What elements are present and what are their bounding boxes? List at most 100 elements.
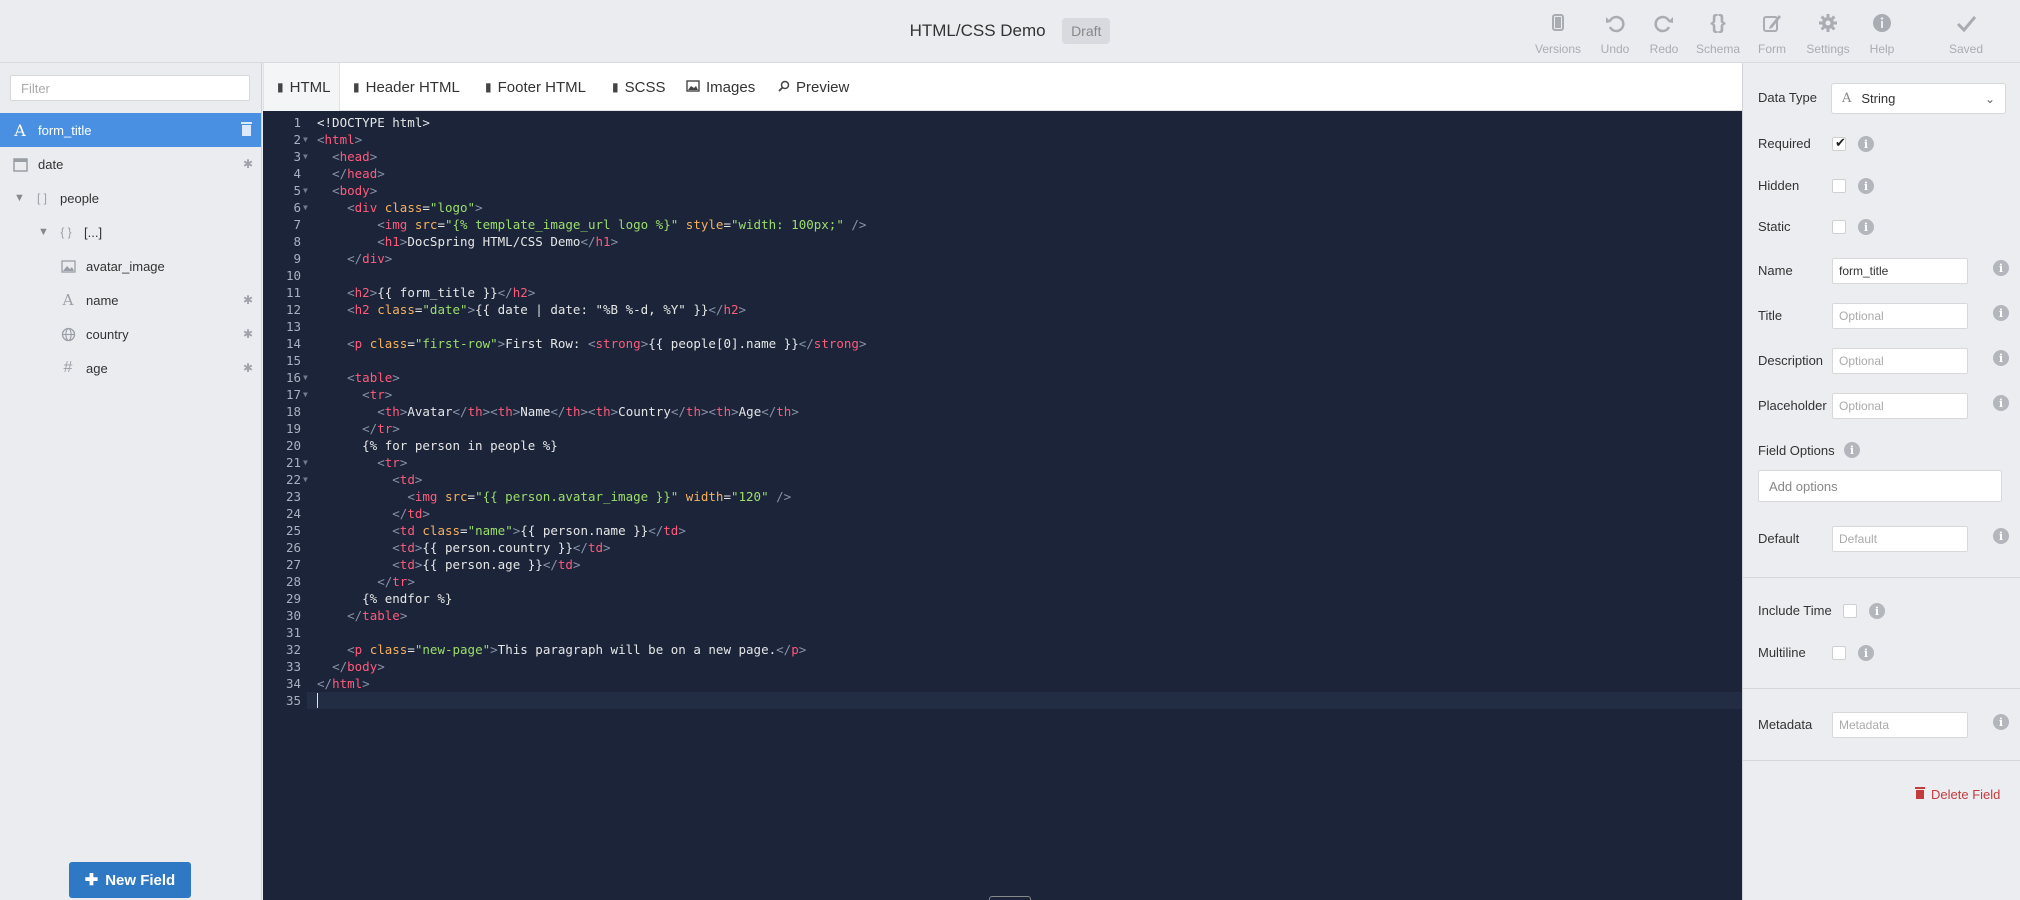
trash-icon[interactable] xyxy=(240,121,253,139)
name-input[interactable]: form_title xyxy=(1832,258,1968,284)
metadata-input[interactable]: Metadata xyxy=(1832,712,1968,738)
description-input[interactable]: Optional xyxy=(1832,348,1968,374)
line-number: 1 xyxy=(293,115,301,130)
field-options-input[interactable]: Add options xyxy=(1758,470,2002,502)
fold-toggle-icon[interactable]: ▼ xyxy=(303,454,308,471)
line-number: 13 xyxy=(285,319,301,334)
chevron-down-icon[interactable]: ▼ xyxy=(38,226,49,238)
code-line[interactable]: <!DOCTYPE html> xyxy=(317,114,430,131)
fold-toggle-icon[interactable]: ▼ xyxy=(303,199,308,216)
info-icon[interactable]: i xyxy=(1993,305,2009,321)
code-line[interactable]: <img src="{{ person.avatar_image }}" wid… xyxy=(317,488,791,505)
form-button[interactable]: Form xyxy=(1743,10,1801,56)
resize-handle[interactable] xyxy=(989,896,1031,900)
code-line[interactable]: <img src="{% template_image_url logo %}"… xyxy=(317,216,866,233)
code-line[interactable]: {% endfor %} xyxy=(317,590,452,607)
info-icon[interactable]: i xyxy=(1993,528,2009,544)
field-item-name[interactable]: A name ✱ xyxy=(0,283,261,317)
info-icon[interactable]: i xyxy=(1844,442,1860,458)
code-line[interactable]: </tr> xyxy=(317,573,415,590)
code-line[interactable]: <body> xyxy=(317,182,377,199)
info-icon[interactable]: i xyxy=(1858,178,1874,194)
code-line[interactable]: <table> xyxy=(317,369,400,386)
settings-button[interactable]: Settings xyxy=(1799,10,1857,56)
info-icon[interactable]: i xyxy=(1993,395,2009,411)
info-icon[interactable]: i xyxy=(1993,714,2009,730)
code-line[interactable]: </tr> xyxy=(317,420,400,437)
code-line[interactable]: <td> xyxy=(317,471,422,488)
code-line[interactable]: {% for person in people %} xyxy=(317,437,558,454)
settings-icon xyxy=(1799,10,1857,36)
code-line[interactable]: </html> xyxy=(317,675,370,692)
code-line[interactable]: </table> xyxy=(317,607,407,624)
code-line[interactable]: <tr> xyxy=(317,454,407,471)
code-line[interactable]: </body> xyxy=(317,658,385,675)
schema-button[interactable]: {} Schema xyxy=(1689,10,1747,57)
field-item-age[interactable]: # age ✱ xyxy=(0,351,261,385)
delete-field-button[interactable]: Delete Field xyxy=(1915,787,2000,802)
help-button[interactable]: Help xyxy=(1853,10,1911,56)
info-icon[interactable]: i xyxy=(1993,350,2009,366)
code-line[interactable]: <html> xyxy=(317,131,362,148)
fold-toggle-icon[interactable]: ▼ xyxy=(303,182,308,199)
fold-toggle-icon[interactable]: ▼ xyxy=(303,471,308,488)
code-line[interactable]: </div> xyxy=(317,250,392,267)
text-icon: A xyxy=(62,291,74,309)
redo-button[interactable]: Redo xyxy=(1635,10,1693,56)
divider xyxy=(1743,577,2020,578)
tab-footer-html[interactable]: ▮ Footer HTML xyxy=(475,63,596,111)
info-icon[interactable]: i xyxy=(1993,260,2009,276)
chevron-down-icon[interactable]: ▼ xyxy=(14,192,25,204)
code-line[interactable]: <td class="name">{{ person.name }}</td> xyxy=(317,522,686,539)
include-time-checkbox[interactable] xyxy=(1843,604,1857,618)
multiline-checkbox[interactable] xyxy=(1832,646,1846,660)
info-icon[interactable]: i xyxy=(1858,219,1874,235)
static-label: Static xyxy=(1758,219,1791,234)
default-input[interactable]: Default xyxy=(1832,526,1968,552)
code-line[interactable]: </td> xyxy=(317,505,430,522)
editor-tabs: ▮ HTML ▮ Header HTML ▮ Footer HTML ▮ SCSS Im… xyxy=(263,63,1742,111)
title-input[interactable]: Optional xyxy=(1832,303,1968,329)
required-checkbox[interactable]: ✔ xyxy=(1832,135,1846,151)
code-line[interactable]: <td>{{ person.country }}</td> xyxy=(317,539,610,556)
tab-header-html[interactable]: ▮ Header HTML xyxy=(343,63,470,111)
fold-toggle-icon[interactable]: ▼ xyxy=(303,131,308,148)
code-line[interactable]: <h1>DocSpring HTML/CSS Demo</h1> xyxy=(317,233,618,250)
fold-toggle-icon[interactable]: ▼ xyxy=(303,386,308,403)
code-line[interactable]: </head> xyxy=(317,165,385,182)
field-item-people-item[interactable]: ▼ { } [...] xyxy=(0,215,261,249)
code-line[interactable]: <p class="new-page">This paragraph will … xyxy=(317,641,806,658)
code-line[interactable]: <p class="first-row">First Row: <strong>… xyxy=(317,335,866,352)
new-field-button[interactable]: ✚ New Field xyxy=(69,862,191,898)
field-item-people[interactable]: ▼ [ ] people xyxy=(0,181,261,215)
field-item-avatar-image[interactable]: avatar_image xyxy=(0,249,261,283)
field-item-country[interactable]: country ✱ xyxy=(0,317,261,351)
tab-images[interactable]: Images xyxy=(676,63,765,111)
code-line[interactable]: <div class="logo"> xyxy=(317,199,483,216)
code-line[interactable]: <h2 class="date">{{ date | date: "%B %-d… xyxy=(317,301,746,318)
info-icon[interactable]: i xyxy=(1858,645,1874,661)
versions-button[interactable]: Versions xyxy=(1529,10,1587,56)
line-number: 12 xyxy=(285,302,301,317)
tab-preview[interactable]: Preview xyxy=(768,63,859,111)
fold-toggle-icon[interactable]: ▼ xyxy=(303,148,308,165)
code-line[interactable]: <td>{{ person.age }}</td> xyxy=(317,556,580,573)
code-line[interactable]: <th>Avatar</th><th>Name</th><th>Country<… xyxy=(317,403,799,420)
tab-html[interactable]: ▮ HTML xyxy=(263,63,340,111)
code-line[interactable]: <h2>{{ form_title }}</h2> xyxy=(317,284,535,301)
filter-input[interactable] xyxy=(10,75,250,101)
required-icon: ✱ xyxy=(242,157,253,171)
placeholder-input[interactable]: Optional xyxy=(1832,393,1968,419)
info-icon[interactable]: i xyxy=(1869,603,1885,619)
fold-toggle-icon[interactable]: ▼ xyxy=(303,369,308,386)
data-type-select[interactable]: A String ⌄ xyxy=(1831,83,2006,114)
code-line[interactable]: <tr> xyxy=(317,386,392,403)
code-editor[interactable]: 1 2 ▼ 3 ▼ 4 5 ▼ 6 ▼ 7 8 9 10 11 12 13 14 15 16 ▼ 17 ▼ 18 19 20 21 ▼… xyxy=(263,111,1742,900)
code-line[interactable]: <head> xyxy=(317,148,377,165)
static-checkbox[interactable] xyxy=(1832,220,1846,234)
tab-scss[interactable]: ▮ SCSS xyxy=(602,63,675,111)
field-item-date[interactable]: date ✱ xyxy=(0,147,261,181)
hidden-checkbox[interactable] xyxy=(1832,179,1846,193)
info-icon[interactable]: i xyxy=(1858,136,1874,152)
field-item-form-title[interactable]: A form_title xyxy=(0,113,261,147)
